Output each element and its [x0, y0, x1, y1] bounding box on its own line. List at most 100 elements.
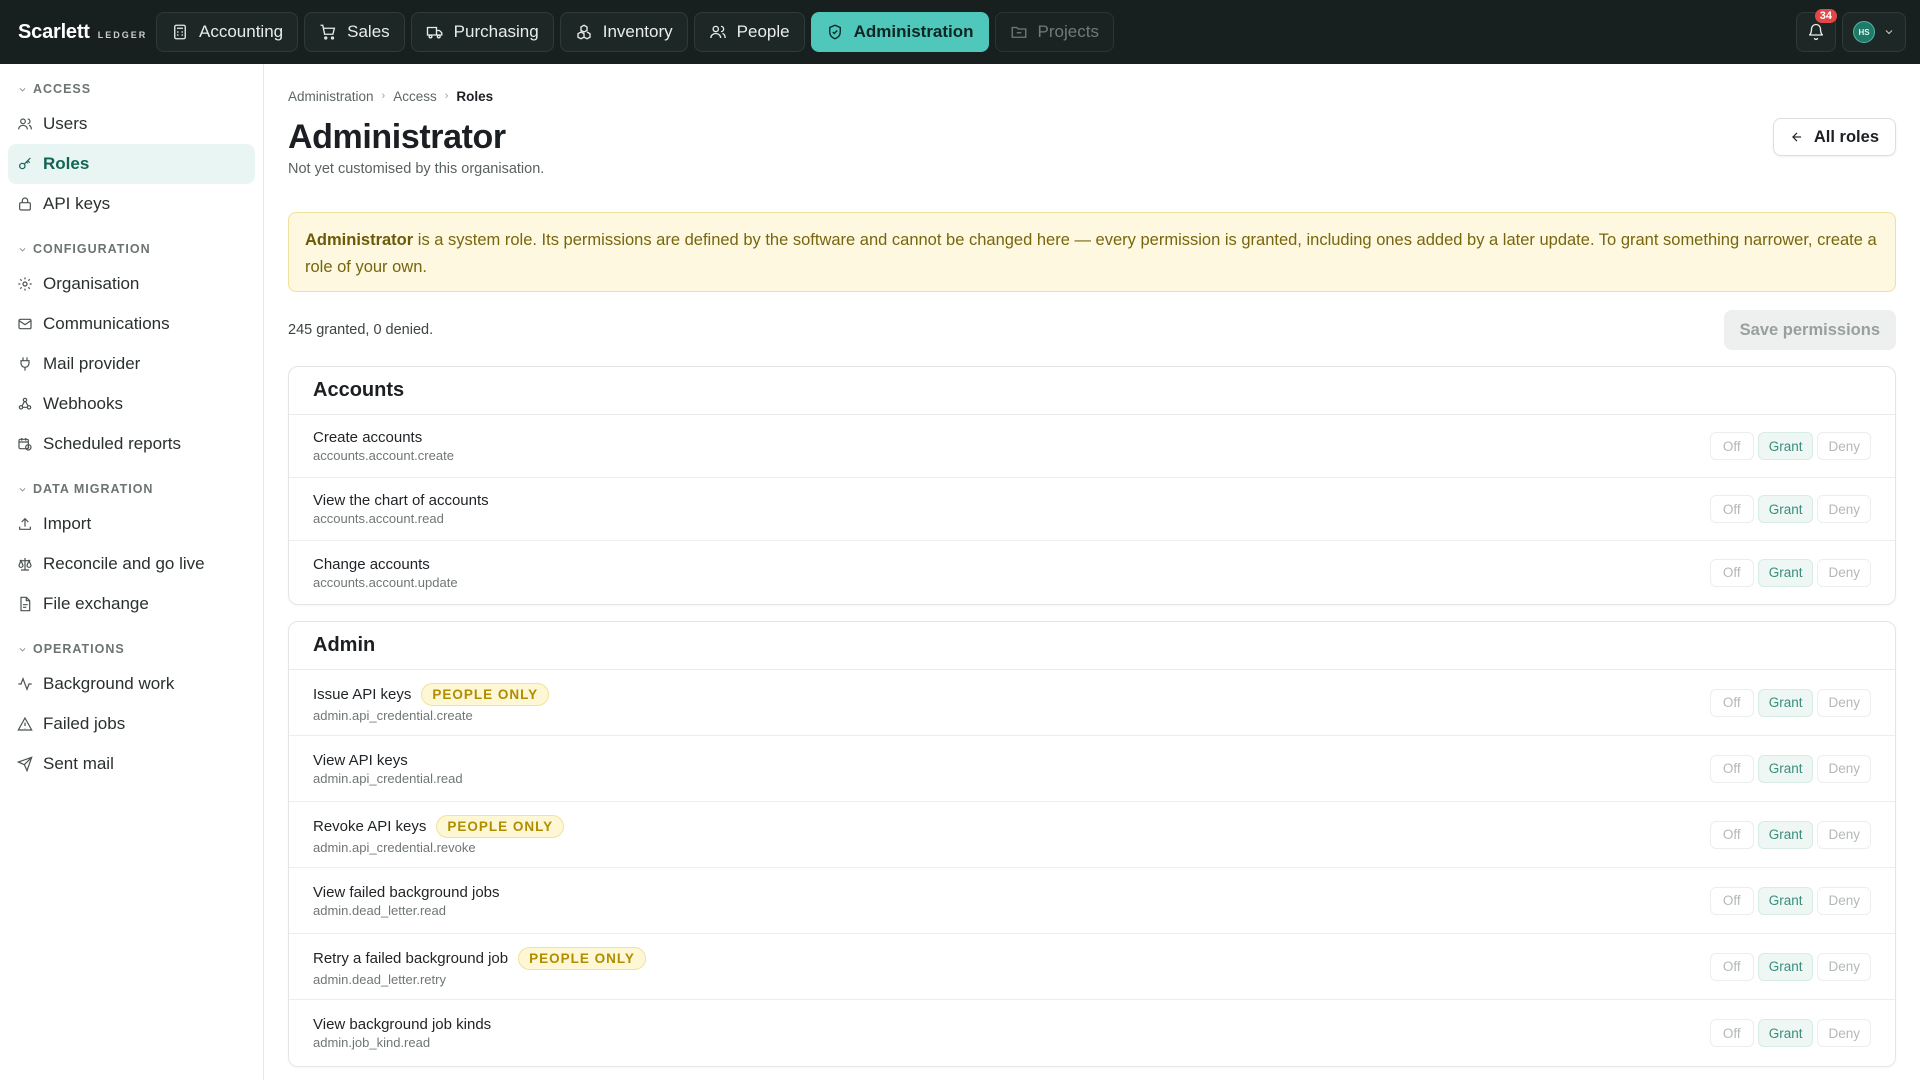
- off-option[interactable]: Off: [1709, 495, 1754, 523]
- nav-projects[interactable]: Projects: [994, 12, 1114, 52]
- deny-option[interactable]: Deny: [1817, 432, 1871, 460]
- sidebar-item-label: Mail provider: [43, 354, 141, 373]
- grant-option[interactable]: Grant: [1757, 820, 1814, 849]
- sidebar-item-file-exchange[interactable]: File exchange: [8, 584, 255, 624]
- permission-key: admin.api_credential.read: [313, 770, 463, 786]
- grant-option[interactable]: Grant: [1757, 432, 1814, 460]
- notification-count-badge: 34: [1814, 9, 1837, 23]
- people-only-badge: PEOPLE ONLY: [518, 946, 646, 970]
- calendar-clock-icon: [18, 438, 32, 451]
- page-title: Administrator: [288, 118, 506, 156]
- nav-label: People: [736, 22, 790, 41]
- breadcrumb-administration[interactable]: Administration: [288, 89, 374, 104]
- brand-subtitle: LEDGER: [97, 29, 148, 40]
- warning-icon: [17, 716, 33, 731]
- nav-sales[interactable]: Sales: [304, 12, 405, 52]
- notice-text: is a system role. Its permissions are de…: [305, 231, 1877, 276]
- nav-accounting[interactable]: Accounting: [156, 12, 299, 52]
- sidebar-item-roles[interactable]: Roles: [8, 144, 255, 184]
- grant-option[interactable]: Grant: [1757, 886, 1814, 915]
- nav-label: Inventory: [602, 22, 673, 41]
- off-option[interactable]: Off: [1709, 688, 1754, 717]
- permission-row: View the chart of accounts accounts.accou…: [289, 478, 1895, 541]
- permission-row: Change accounts accounts.account.update Of…: [289, 541, 1895, 604]
- sidebar-item-background-work[interactable]: Background work: [8, 664, 255, 704]
- deny-option[interactable]: Deny: [1817, 952, 1871, 981]
- sidebar-item-webhooks[interactable]: Webhooks: [8, 384, 255, 424]
- permission-key: admin.api_credential.revoke: [313, 839, 476, 855]
- permission-row: Issue API keys PEOPLE ONLY admin.api_crede…: [289, 670, 1895, 736]
- off-option[interactable]: Off: [1709, 558, 1754, 587]
- avatar: HS: [1853, 21, 1875, 43]
- grant-option[interactable]: Grant: [1757, 754, 1814, 783]
- deny-option[interactable]: Deny: [1817, 1019, 1871, 1047]
- off-option[interactable]: Off: [1709, 952, 1754, 981]
- sidebar-item-reconcile-and-go-live[interactable]: Reconcile and go live: [8, 544, 255, 584]
- sidebar-item-label: File exchange: [43, 594, 149, 613]
- permission-toggle: Off Grant Deny: [1709, 952, 1871, 981]
- sidebar-item-import[interactable]: Import: [8, 504, 255, 544]
- deny-option[interactable]: Deny: [1817, 886, 1871, 915]
- grant-option[interactable]: Grant: [1757, 495, 1814, 523]
- nav-purchasing[interactable]: Purchasing: [410, 12, 554, 52]
- permission-section-admin: Admin Issue API keys PEOPLE ONLY admin.api_…: [288, 621, 1896, 1067]
- sidebar-heading-label: ACCESS: [33, 82, 92, 96]
- nav-people[interactable]: People: [693, 12, 805, 52]
- sidebar-item-label: Scheduled reports: [43, 434, 181, 453]
- nav-administration[interactable]: Administration: [810, 12, 989, 52]
- gear-icon: [18, 277, 32, 291]
- sidebar-item-organisation[interactable]: Organisation: [8, 264, 255, 304]
- deny-option[interactable]: Deny: [1817, 688, 1871, 717]
- shield-icon: [828, 24, 841, 40]
- bell-icon: [1808, 23, 1824, 41]
- breadcrumb-access[interactable]: Access: [393, 89, 437, 104]
- send-icon: [17, 756, 33, 772]
- sidebar-item-label: Import: [43, 514, 92, 533]
- sidebar-group-heading[interactable]: DATA MIGRATION: [0, 480, 263, 498]
- permission-title-line: Change accounts: [313, 556, 1895, 573]
- sidebar-heading-label: CONFIGURATION: [33, 242, 151, 256]
- nav-label: Administration: [853, 22, 974, 41]
- chevron-down-icon: [1885, 30, 1893, 35]
- permission-title: Change accounts: [313, 555, 430, 573]
- sidebar-item-mail-provider[interactable]: Mail provider: [8, 344, 255, 384]
- permission-sections: Accounts Create accounts accounts.account.…: [288, 366, 1896, 1067]
- permission-toggle: Off Grant Deny: [1709, 688, 1871, 717]
- sidebar-item-api-keys[interactable]: API keys: [8, 184, 255, 224]
- user-menu-button[interactable]: HS: [1842, 12, 1906, 52]
- nav-inventory[interactable]: Inventory: [559, 12, 688, 52]
- deny-option[interactable]: Deny: [1817, 820, 1871, 849]
- section-title: Accounts: [289, 367, 1895, 415]
- grant-option[interactable]: Grant: [1757, 952, 1814, 981]
- sidebar-group-heading[interactable]: ACCESS: [0, 80, 263, 98]
- calculator-icon: [174, 24, 186, 40]
- brand-logo[interactable]: Scarlett LEDGER: [18, 21, 156, 44]
- permission-key: admin.dead_letter.retry: [313, 971, 446, 987]
- off-option[interactable]: Off: [1709, 820, 1754, 849]
- off-option[interactable]: Off: [1709, 886, 1754, 915]
- grant-option[interactable]: Grant: [1757, 558, 1814, 587]
- off-option[interactable]: Off: [1709, 1019, 1754, 1047]
- sidebar-item-communications[interactable]: Communications: [8, 304, 255, 344]
- sidebar-item-sent-mail[interactable]: Sent mail: [8, 744, 255, 784]
- permission-title-line: Create accounts: [313, 429, 1895, 446]
- nav-label: Accounting: [199, 22, 284, 41]
- off-option[interactable]: Off: [1709, 432, 1754, 460]
- deny-option[interactable]: Deny: [1817, 558, 1871, 587]
- sidebar-item-failed-jobs[interactable]: Failed jobs: [8, 704, 255, 744]
- save-permissions-button[interactable]: Save permissions: [1723, 310, 1896, 350]
- sidebar-group-heading[interactable]: OPERATIONS: [0, 640, 263, 658]
- all-roles-button[interactable]: All roles: [1772, 118, 1896, 156]
- grant-option[interactable]: Grant: [1757, 1019, 1814, 1047]
- chevron-right-icon: ›: [444, 90, 449, 102]
- sidebar-item-users[interactable]: Users: [8, 104, 255, 144]
- off-option[interactable]: Off: [1709, 754, 1754, 783]
- deny-option[interactable]: Deny: [1817, 495, 1871, 523]
- sidebar-item-scheduled-reports[interactable]: Scheduled reports: [8, 424, 255, 464]
- chevron-down-icon: [19, 487, 26, 492]
- deny-option[interactable]: Deny: [1817, 754, 1871, 783]
- notifications-button[interactable]: 34: [1796, 9, 1837, 52]
- sidebar-group-heading[interactable]: CONFIGURATION: [0, 240, 263, 258]
- main-nav: Accounting Sales Purchasing Inventory People…: [156, 12, 1114, 52]
- grant-option[interactable]: Grant: [1757, 688, 1814, 717]
